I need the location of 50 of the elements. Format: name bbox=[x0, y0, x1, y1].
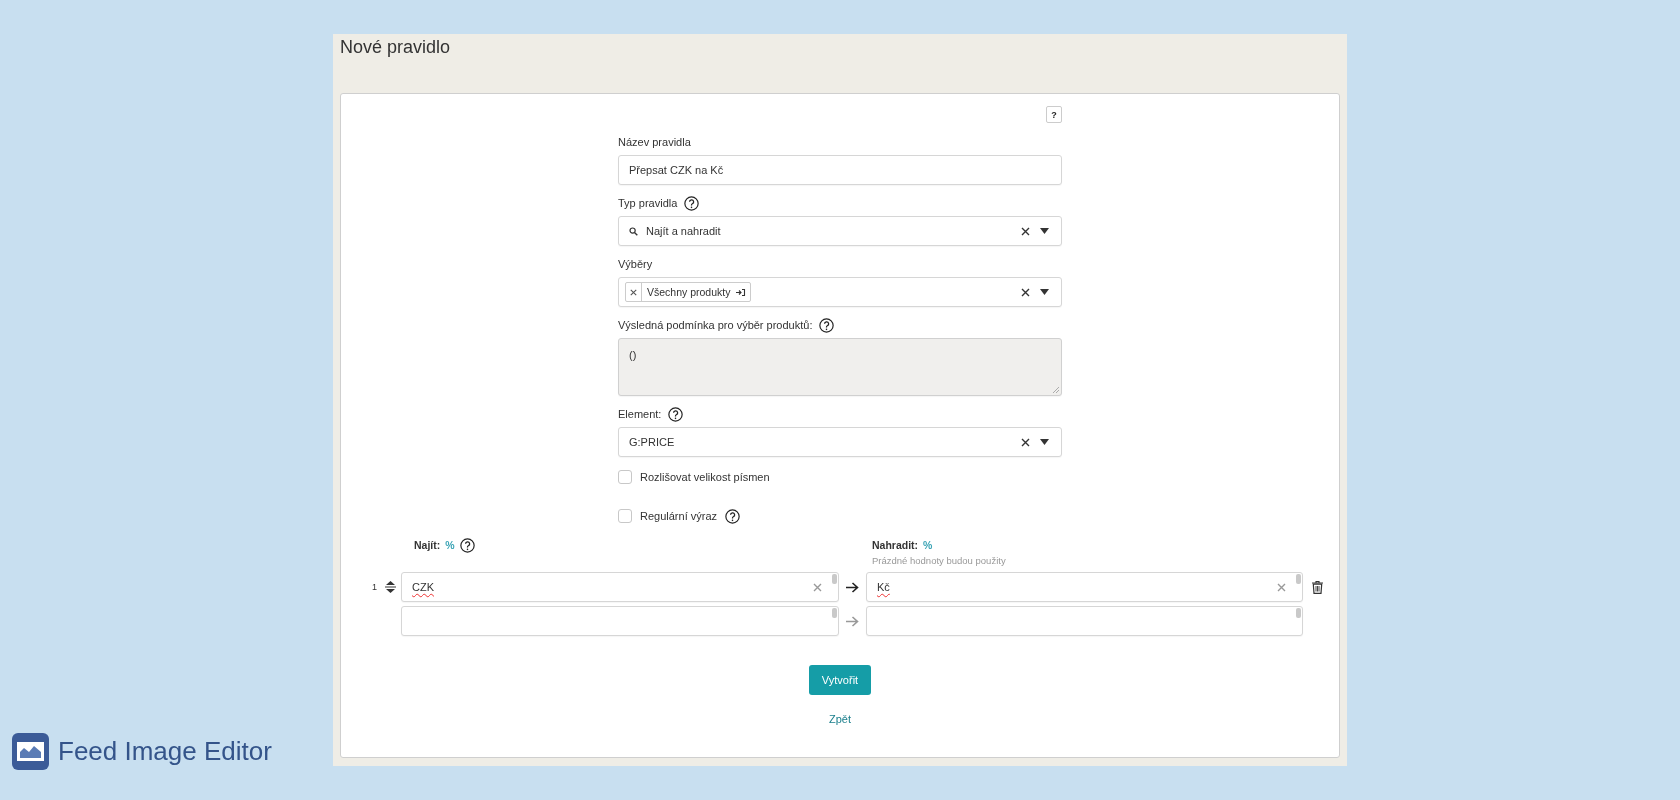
column-label: Najít: bbox=[414, 539, 441, 551]
help-icon[interactable] bbox=[668, 406, 684, 422]
checkbox-label: Regulární výraz bbox=[640, 510, 718, 522]
select-value: Najít a nahradit bbox=[646, 225, 722, 237]
help-icon[interactable] bbox=[684, 195, 700, 211]
select-field[interactable]: Najít a nahradit bbox=[618, 216, 1062, 246]
scrollbar-icon bbox=[832, 574, 837, 584]
clear-icon[interactable] bbox=[1021, 226, 1030, 236]
find-field[interactable] bbox=[401, 606, 839, 636]
help-icon[interactable] bbox=[725, 508, 741, 524]
scrollbar-icon bbox=[832, 608, 837, 618]
token-label: % bbox=[445, 539, 455, 551]
trash-icon[interactable] bbox=[1311, 580, 1323, 594]
field-label: Výběry bbox=[618, 258, 653, 270]
column-label: Nahradit: bbox=[872, 539, 919, 551]
page-title: Nové pravidlo bbox=[340, 37, 451, 58]
caret-icon[interactable] bbox=[1040, 289, 1049, 295]
back-link[interactable]: Zpět bbox=[829, 713, 851, 725]
checkbox-label: Rozlišovat velikost písmen bbox=[640, 471, 770, 483]
select-field[interactable]: G:PRICE bbox=[618, 427, 1062, 457]
clear-icon[interactable] bbox=[630, 288, 637, 296]
hint-text: Prázdné hodnoty budou použity bbox=[872, 555, 1007, 566]
scrollbar-icon bbox=[1296, 574, 1301, 584]
row-number: 1 bbox=[371, 582, 378, 592]
app-name: Feed Image Editor bbox=[58, 736, 272, 767]
token-label: % bbox=[923, 539, 933, 551]
tag-label: Všechny produkty bbox=[647, 286, 731, 298]
find-field[interactable]: CZK bbox=[401, 572, 839, 602]
replace-field[interactable] bbox=[866, 606, 1303, 636]
field-label: Typ pravidla bbox=[618, 197, 678, 209]
help-button[interactable]: ? bbox=[1046, 106, 1062, 123]
reorder-handle-icon[interactable] bbox=[384, 581, 396, 593]
logo-icon bbox=[12, 733, 49, 770]
select-value: G:PRICE bbox=[629, 436, 676, 448]
text-field[interactable]: Přepsat CZK na Kč bbox=[618, 155, 1062, 185]
caret-icon[interactable] bbox=[1040, 228, 1049, 234]
field-label: Název pravidla bbox=[618, 136, 691, 148]
multi-select-field[interactable]: Všechny produkty bbox=[618, 277, 1062, 307]
caret-icon[interactable] bbox=[1040, 439, 1049, 445]
scrollbar-icon bbox=[1296, 608, 1301, 618]
field-label: Výsledná podmínka pro výběr produktů: bbox=[618, 319, 813, 331]
search-icon bbox=[629, 226, 638, 236]
enter-icon[interactable] bbox=[735, 287, 747, 297]
checkbox[interactable] bbox=[618, 470, 632, 484]
help-icon[interactable] bbox=[459, 537, 475, 553]
clear-icon[interactable] bbox=[1021, 437, 1030, 447]
field-label: Element: bbox=[618, 408, 662, 420]
clear-icon[interactable] bbox=[1021, 287, 1030, 297]
replace-field[interactable]: Kč bbox=[866, 572, 1303, 602]
checkbox[interactable] bbox=[618, 509, 632, 523]
